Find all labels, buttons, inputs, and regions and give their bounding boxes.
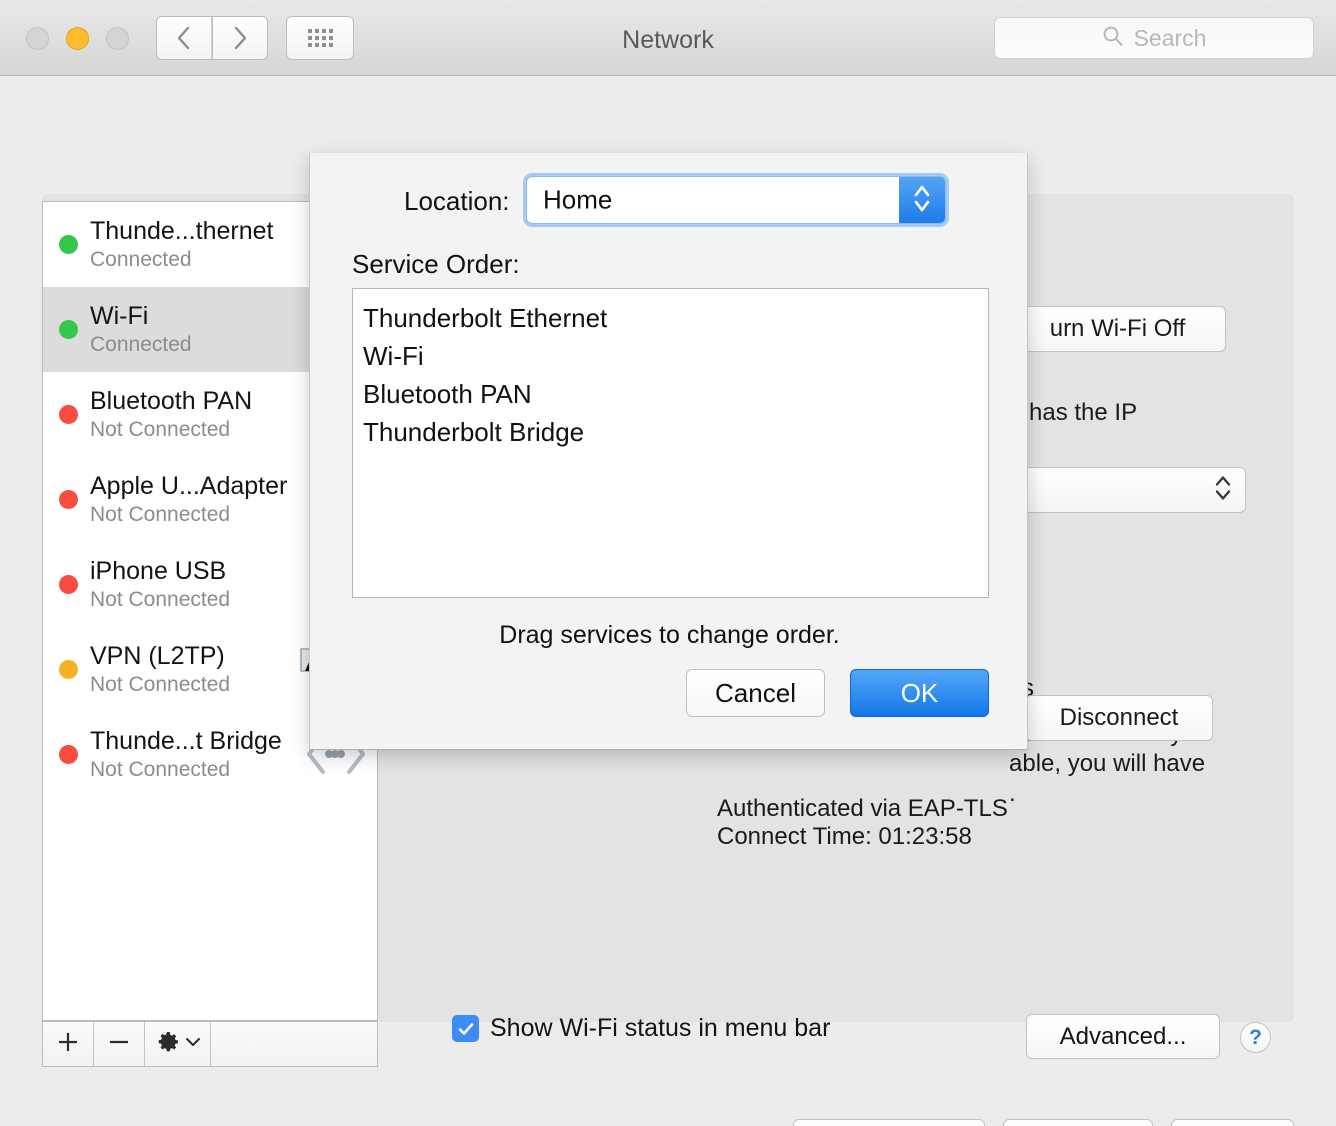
chevron-down-icon: [185, 1035, 201, 1053]
drag-hint-text: Drag services to change order.: [499, 621, 840, 649]
service-actions-button[interactable]: [145, 1022, 211, 1066]
ok-button[interactable]: OK: [850, 669, 989, 717]
plus-icon: [56, 1030, 80, 1059]
service-status: Not Connected: [90, 673, 231, 696]
status-dot: [59, 660, 78, 679]
status-dot: [59, 235, 78, 254]
search-input[interactable]: Search: [994, 17, 1314, 59]
apply-button[interactable]: Apply: [1171, 1119, 1294, 1126]
status-dot: [59, 745, 78, 764]
disconnect-button[interactable]: Disconnect: [1025, 695, 1213, 741]
assist-me-button[interactable]: Assist Me...: [793, 1119, 985, 1126]
turn-wifi-off-button[interactable]: urn Wi-Fi Off: [1009, 306, 1226, 352]
add-service-button[interactable]: [43, 1022, 94, 1066]
authentication-text: Authenticated via EAP-TLS: [717, 795, 1008, 822]
service-status: Not Connected: [90, 418, 231, 441]
status-dot: [59, 490, 78, 509]
search-placeholder: Search: [1133, 24, 1207, 51]
status-dot: [59, 405, 78, 424]
service-status: Not Connected: [90, 758, 231, 781]
status-dot: [59, 575, 78, 594]
service-status: Not Connected: [90, 588, 231, 611]
search-icon: [1102, 25, 1124, 52]
revert-button[interactable]: Revert: [1003, 1119, 1153, 1126]
help-button[interactable]: ?: [1240, 1022, 1271, 1053]
service-status: Connected: [90, 248, 192, 271]
service-name: Thunde...thernet: [90, 217, 274, 245]
service-name: Wi-Fi: [90, 302, 149, 330]
show-wifi-status-checkbox[interactable]: Show Wi-Fi status in menu bar: [452, 1014, 830, 1043]
service-order-item[interactable]: Bluetooth PAN: [353, 375, 988, 413]
ask-body-line-2: able, you will have: [1009, 750, 1206, 777]
stepper-chevrons-icon: [1213, 473, 1233, 508]
remove-service-button[interactable]: [94, 1022, 145, 1066]
service-name: VPN (L2TP): [90, 642, 225, 670]
service-name: Bluetooth PAN: [90, 387, 253, 415]
minus-icon: [107, 1030, 131, 1059]
service-status: Not Connected: [90, 503, 231, 526]
service-name: Apple U...Adapter: [90, 472, 288, 500]
location-value: Home: [543, 184, 613, 215]
service-order-item[interactable]: Wi-Fi: [353, 337, 988, 375]
location-stepper[interactable]: [899, 177, 945, 223]
stepper-chevrons-icon: [911, 181, 933, 220]
cancel-button[interactable]: Cancel: [686, 669, 825, 717]
ask-body-line-3: .: [1009, 780, 1016, 807]
service-order-list[interactable]: Thunderbolt Ethernet Wi-Fi Bluetooth PAN…: [352, 288, 989, 598]
advanced-button[interactable]: Advanced...: [1026, 1014, 1220, 1059]
status-dot: [59, 320, 78, 339]
checkbox-label: Show Wi-Fi status in menu bar: [490, 1014, 831, 1042]
toolbar-filler: [211, 1022, 377, 1066]
service-name: iPhone USB: [90, 557, 227, 585]
service-order-item[interactable]: Thunderbolt Ethernet: [353, 299, 988, 337]
network-preferences-window: Network Search Thunde...thernet Connecte…: [0, 0, 1336, 1126]
gear-icon: [155, 1029, 181, 1060]
service-order-dialog: Location: Home Service Order: Thunderbol…: [309, 153, 1028, 750]
connect-time-text: Connect Time: 01:23:58: [717, 823, 972, 850]
preferences-content: Thunde...thernet Connected Wi-Fi Connect…: [0, 76, 1336, 1126]
location-label: Location:: [404, 186, 510, 216]
checkbox-checked-icon: [452, 1015, 479, 1042]
service-status: Connected: [90, 333, 192, 356]
wifi-status-text: d has the IP: [1009, 399, 1138, 426]
service-list-toolbar: [42, 1021, 378, 1067]
service-order-label: Service Order:: [352, 249, 520, 279]
service-name: Thunde...t Bridge: [90, 727, 282, 755]
window-titlebar: Network Search: [0, 0, 1336, 76]
service-order-item[interactable]: Thunderbolt Bridge: [353, 413, 988, 451]
location-select[interactable]: Home: [526, 176, 946, 224]
